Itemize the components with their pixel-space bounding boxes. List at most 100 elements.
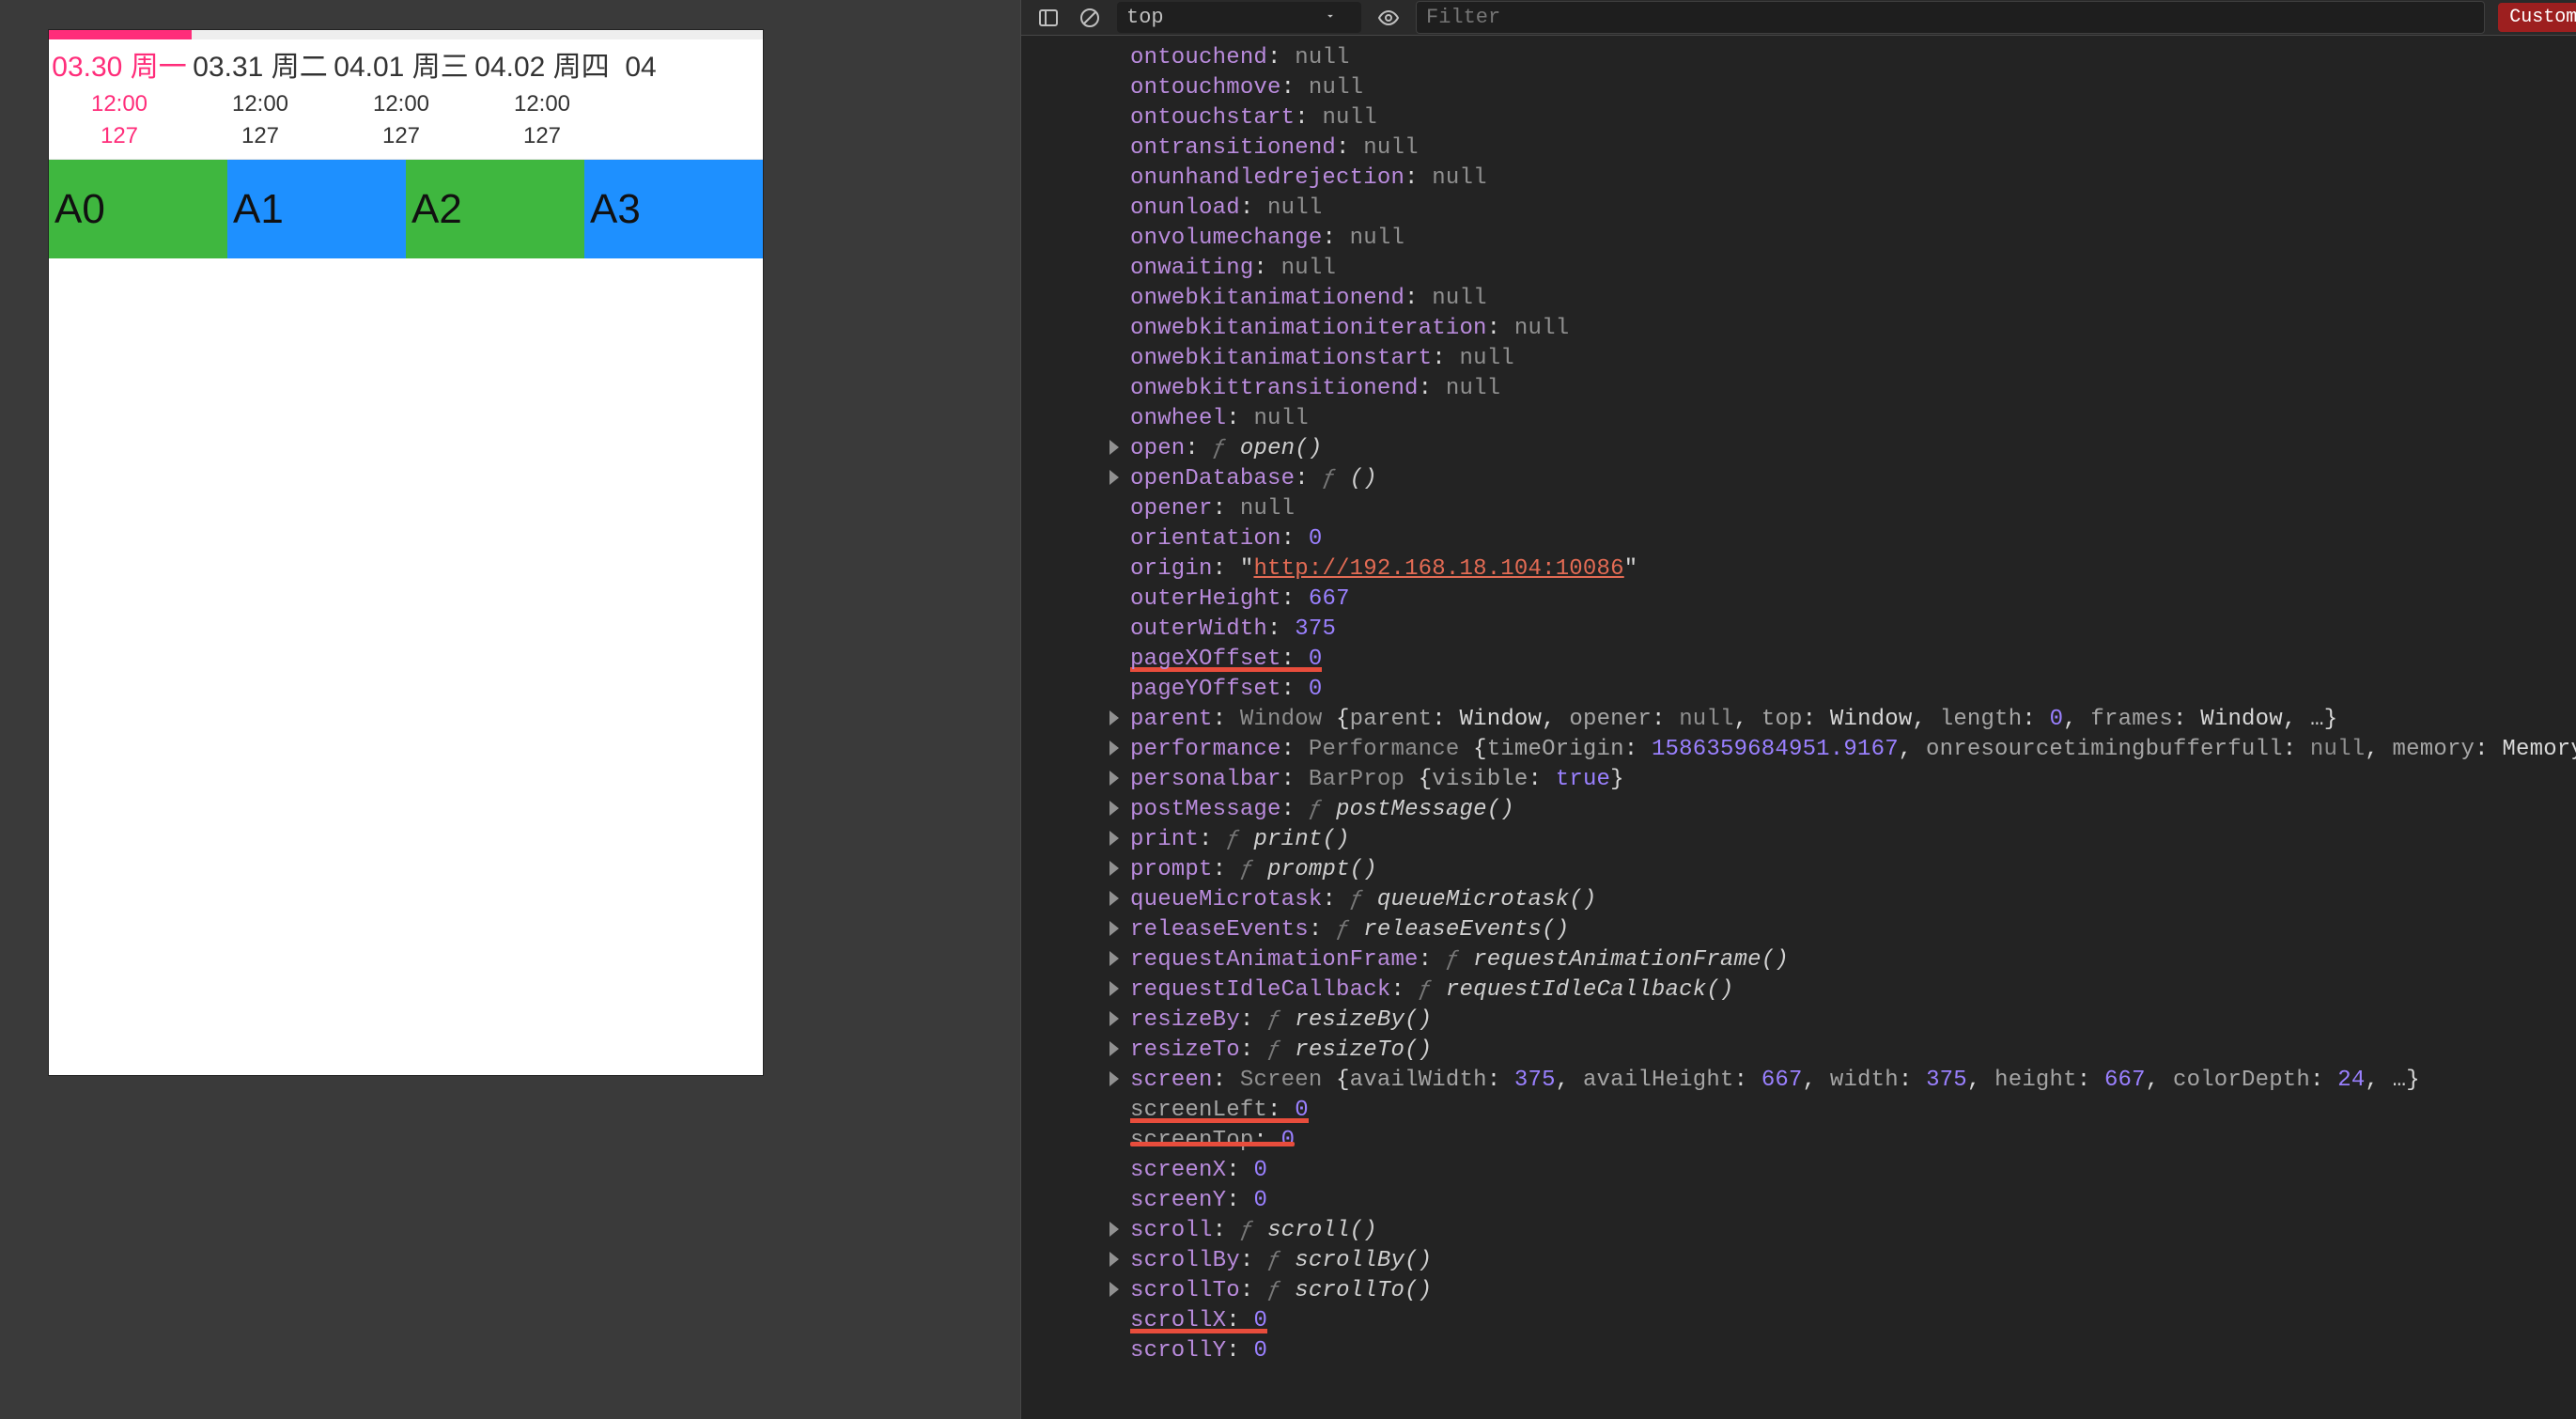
expand-triangle-icon[interactable] [1110, 951, 1119, 966]
object-property-row[interactable]: open: ƒ open() [1021, 434, 2576, 464]
context-selector[interactable]: top [1117, 2, 1361, 33]
chevron-down-icon [1324, 6, 1337, 29]
expand-triangle-icon[interactable] [1110, 891, 1119, 906]
eye-icon[interactable] [1374, 4, 1403, 32]
object-property-row[interactable]: screen: Screen {availWidth: 375, availHe… [1021, 1066, 2576, 1096]
object-property-row: ontransitionend: null [1021, 133, 2576, 164]
clear-console-icon[interactable] [1076, 4, 1104, 32]
object-property-row[interactable]: performance: Performance {timeOrigin: 15… [1021, 735, 2576, 765]
date-tab[interactable]: 04.02 周四12:00127 [472, 49, 613, 151]
object-property-row: outerWidth: 375 [1021, 615, 2576, 645]
object-property-row: onwebkitanimationiteration: null [1021, 314, 2576, 344]
expand-triangle-icon[interactable] [1110, 741, 1119, 756]
expand-triangle-icon[interactable] [1110, 921, 1119, 936]
object-property-row[interactable]: scroll: ƒ scroll() [1021, 1216, 2576, 1246]
object-property-row[interactable]: postMessage: ƒ postMessage() [1021, 795, 2576, 825]
date-tab[interactable]: 03.31 周二12:00127 [190, 49, 331, 151]
expand-triangle-icon[interactable] [1110, 1282, 1119, 1297]
object-property-row: onunhandledrejection: null [1021, 164, 2576, 194]
object-property-row: screenX: 0 [1021, 1156, 2576, 1186]
object-property-row[interactable]: parent: Window {parent: Window, opener: … [1021, 705, 2576, 735]
cells-row: A0A1A2A3 [49, 160, 763, 258]
object-property-row: onwaiting: null [1021, 254, 2576, 284]
expand-triangle-icon[interactable] [1110, 440, 1119, 455]
object-property-row: onwebkitanimationend: null [1021, 284, 2576, 314]
tab-time: 12:00 [331, 89, 472, 119]
object-property-row: ontouchstart: null [1021, 103, 2576, 133]
object-property-row[interactable]: scrollTo: ƒ scrollTo() [1021, 1276, 2576, 1306]
object-property-row[interactable]: resizeBy: ƒ resizeBy() [1021, 1006, 2576, 1036]
grid-cell[interactable]: A0 [49, 160, 227, 258]
grid-cell[interactable]: A1 [227, 160, 406, 258]
expand-triangle-icon[interactable] [1110, 801, 1119, 816]
tab-date: 03.30 周一 [49, 49, 190, 87]
device-frame: 03.30 周一12:0012703.31 周二12:0012704.01 周三… [49, 30, 763, 1075]
sidebar-toggle-icon[interactable] [1034, 4, 1063, 32]
expand-triangle-icon[interactable] [1110, 1252, 1119, 1267]
date-tab[interactable]: 04 [613, 49, 669, 87]
devtools-console: top Custom levels ontouchend: nullontouc… [1020, 0, 2576, 1419]
tab-date: 04 [613, 49, 669, 87]
object-property-row[interactable]: scrollBy: ƒ scrollBy() [1021, 1246, 2576, 1276]
object-property-row: ontouchmove: null [1021, 73, 2576, 103]
object-property-row: screenTop: 0 [1021, 1126, 2576, 1156]
expand-triangle-icon[interactable] [1110, 831, 1119, 846]
object-property-row: ontouchend: null [1021, 43, 2576, 73]
tab-date: 04.01 周三 [331, 49, 472, 87]
expand-triangle-icon[interactable] [1110, 1011, 1119, 1026]
object-property-row: pageXOffset: 0 [1021, 645, 2576, 675]
expand-triangle-icon[interactable] [1110, 771, 1119, 786]
object-property-row: pageYOffset: 0 [1021, 675, 2576, 705]
object-property-row: origin: "http://192.168.18.104:10086" [1021, 554, 2576, 585]
tab-count: 127 [190, 121, 331, 151]
object-property-row[interactable]: openDatabase: ƒ () [1021, 464, 2576, 494]
tab-time: 12:00 [190, 89, 331, 119]
expand-triangle-icon[interactable] [1110, 981, 1119, 996]
object-property-row: opener: null [1021, 494, 2576, 524]
object-property-row[interactable]: personalbar: BarProp {visible: true} [1021, 765, 2576, 795]
object-property-row: onwebkittransitionend: null [1021, 374, 2576, 404]
object-property-row: scrollX: 0 [1021, 1306, 2576, 1336]
object-property-row[interactable]: releaseEvents: ƒ releaseEvents() [1021, 915, 2576, 945]
object-property-row[interactable]: prompt: ƒ prompt() [1021, 855, 2576, 885]
object-property-row[interactable]: requestIdleCallback: ƒ requestIdleCallba… [1021, 975, 2576, 1006]
progress-bar [49, 30, 763, 39]
date-tab[interactable]: 04.01 周三12:00127 [331, 49, 472, 151]
grid-cell[interactable]: A2 [406, 160, 584, 258]
object-property-row: orientation: 0 [1021, 524, 2576, 554]
mobile-preview-pane: 03.30 周一12:0012703.31 周二12:0012704.01 周三… [0, 0, 1020, 1419]
object-property-row: scrollY: 0 [1021, 1336, 2576, 1366]
object-property-row: onvolumechange: null [1021, 224, 2576, 254]
object-property-row[interactable]: requestAnimationFrame: ƒ requestAnimatio… [1021, 945, 2576, 975]
object-property-row[interactable]: print: ƒ print() [1021, 825, 2576, 855]
object-property-row: outerHeight: 667 [1021, 585, 2576, 615]
tab-count: 127 [472, 121, 613, 151]
console-toolbar: top Custom levels [1021, 0, 2576, 36]
tab-time: 12:00 [49, 89, 190, 119]
object-property-row: onwheel: null [1021, 404, 2576, 434]
expand-triangle-icon[interactable] [1110, 861, 1119, 876]
expand-triangle-icon[interactable] [1110, 470, 1119, 485]
object-property-row: screenLeft: 0 [1021, 1096, 2576, 1126]
context-selector-label: top [1126, 6, 1164, 29]
object-property-row[interactable]: resizeTo: ƒ resizeTo() [1021, 1036, 2576, 1066]
object-tree[interactable]: ontouchend: nullontouchmove: nullontouch… [1021, 36, 2576, 1419]
object-property-row: onunload: null [1021, 194, 2576, 224]
filter-input[interactable] [1416, 1, 2485, 34]
expand-triangle-icon[interactable] [1110, 1222, 1119, 1237]
expand-triangle-icon[interactable] [1110, 1041, 1119, 1056]
expand-triangle-icon[interactable] [1110, 710, 1119, 725]
tab-count: 127 [331, 121, 472, 151]
tab-date: 04.02 周四 [472, 49, 613, 87]
grid-cell[interactable]: A3 [584, 160, 763, 258]
object-property-row[interactable]: queueMicrotask: ƒ queueMicrotask() [1021, 885, 2576, 915]
levels-badge[interactable]: Custom levels [2498, 3, 2576, 32]
date-tab[interactable]: 03.30 周一12:00127 [49, 49, 190, 151]
object-property-row: screenY: 0 [1021, 1186, 2576, 1216]
tab-date: 03.31 周二 [190, 49, 331, 87]
date-tabs: 03.30 周一12:0012703.31 周二12:0012704.01 周三… [49, 39, 763, 160]
tab-time: 12:00 [472, 89, 613, 119]
tab-count: 127 [49, 121, 190, 151]
expand-triangle-icon[interactable] [1110, 1071, 1119, 1086]
object-property-row: onwebkitanimationstart: null [1021, 344, 2576, 374]
